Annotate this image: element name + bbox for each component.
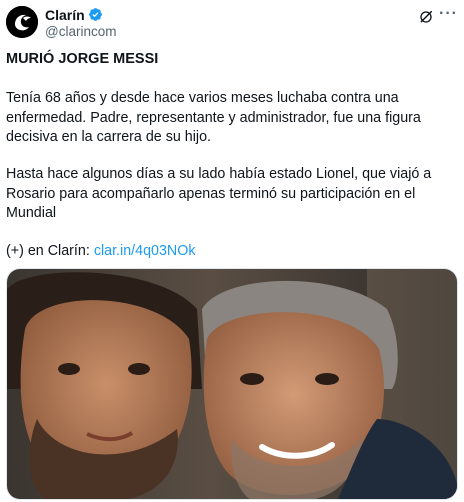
clarin-logo-icon: [6, 6, 38, 38]
display-name[interactable]: Clarín: [45, 7, 85, 23]
verified-badge-icon: [88, 8, 102, 21]
tweet-card[interactable]: Clarín @clarincom ··· MURIÓ JORGE MESSI …: [0, 0, 464, 502]
avatar[interactable]: [6, 6, 38, 38]
post-photo[interactable]: [6, 268, 458, 500]
article-link[interactable]: clar.in/4q03NOk: [94, 243, 196, 259]
grok-icon[interactable]: [418, 9, 434, 25]
post-paragraph-2: Hasta hace algunos días a su lado había …: [6, 166, 432, 221]
post-paragraph-1: Tenía 68 años y desde hace varios meses …: [6, 90, 421, 145]
post-headline: MURIÓ JORGE MESSI: [6, 51, 159, 67]
handle[interactable]: @clarincom: [45, 24, 116, 39]
source-prefix: (+) en Clarín:: [6, 243, 94, 259]
post-source-line: (+) en Clarín: clar.in/4q03NOk: [6, 242, 454, 262]
tweet-header: Clarín @clarincom ···: [6, 5, 458, 41]
more-options-icon[interactable]: ···: [439, 5, 458, 23]
photo-illustration: [7, 269, 457, 499]
